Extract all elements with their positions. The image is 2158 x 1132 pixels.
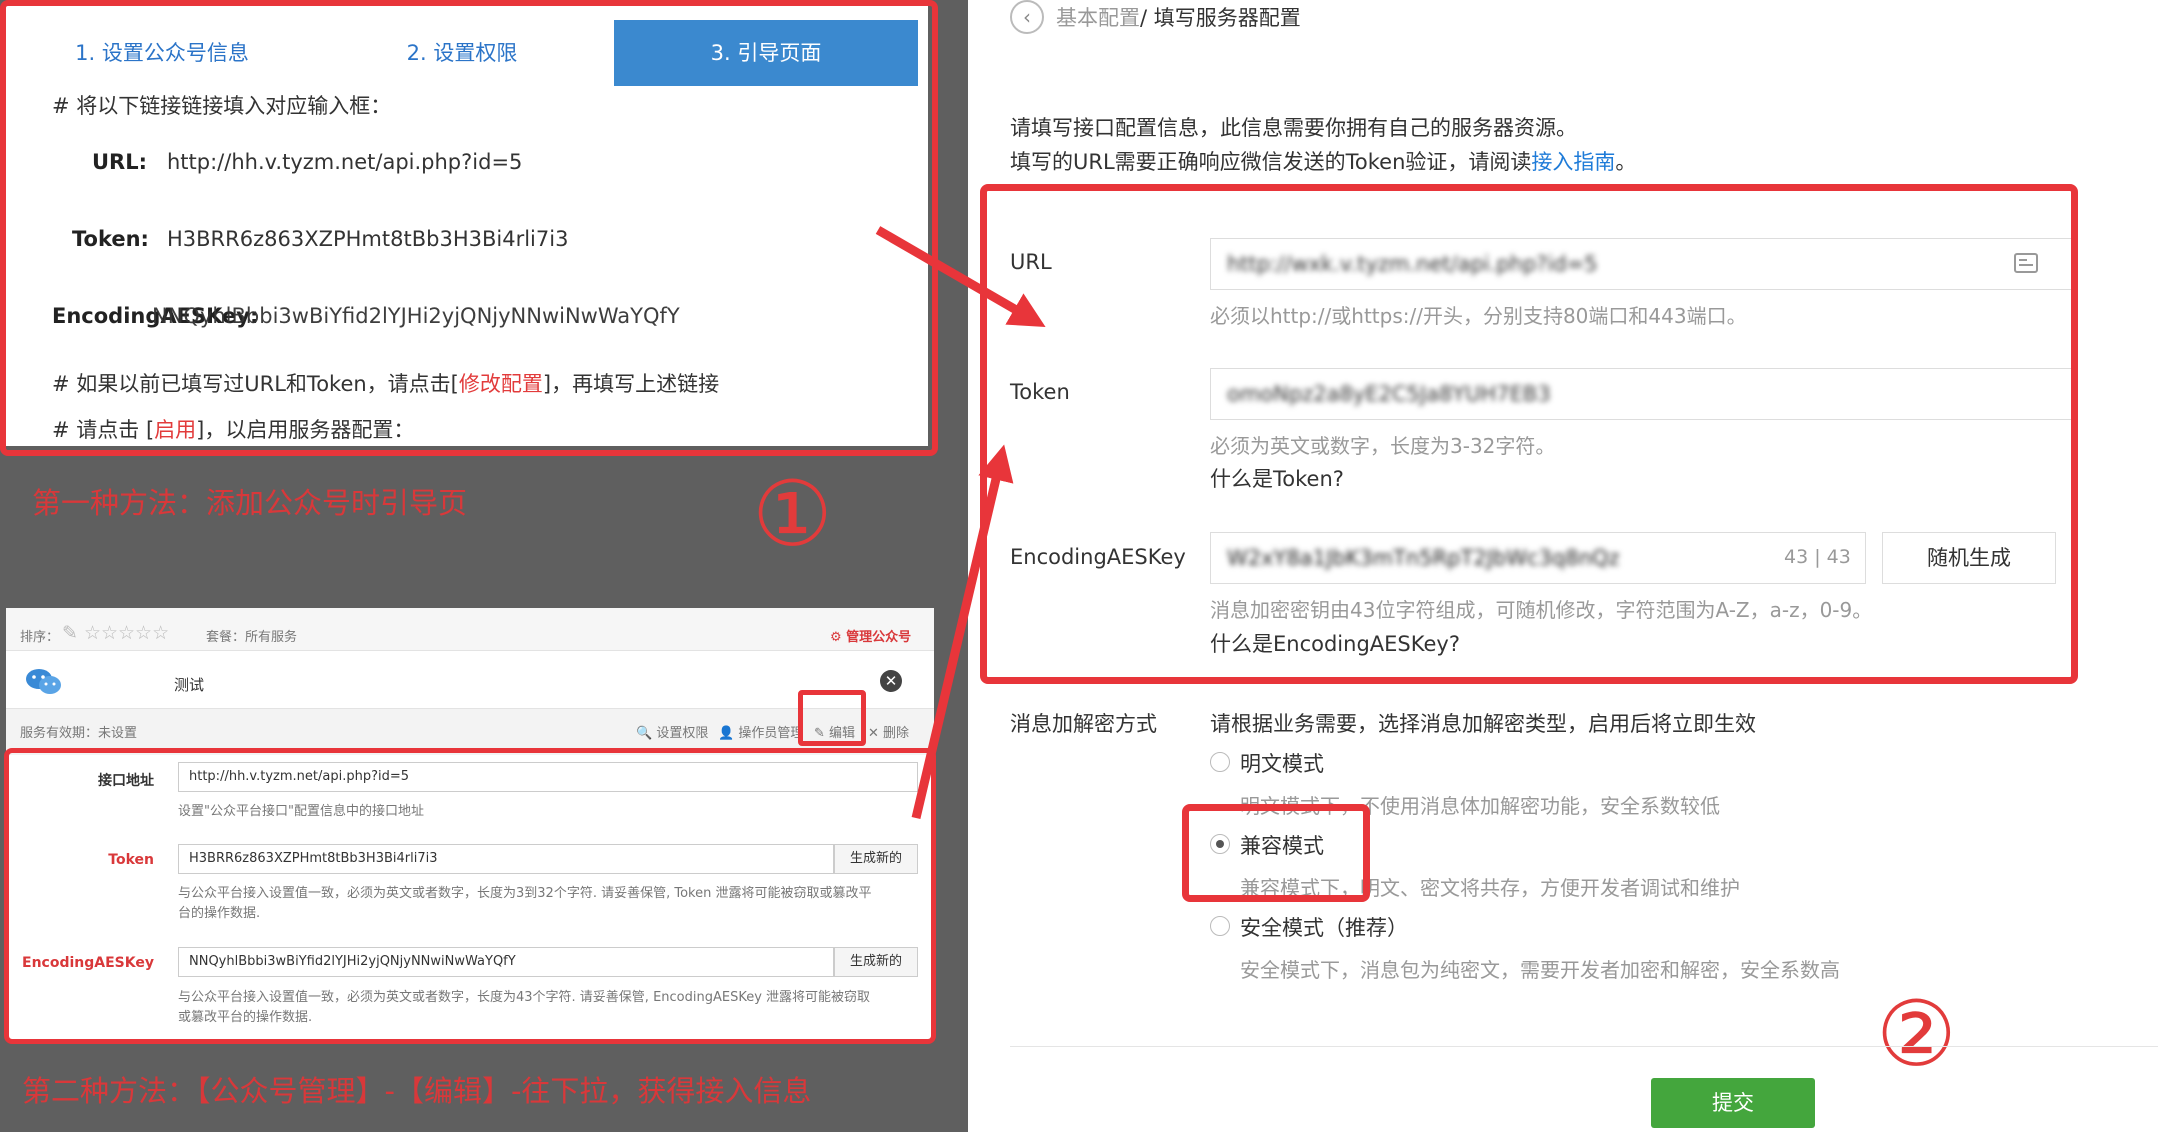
right-panel: ‹ 基本配置/ 填写服务器配置 请填写接口配置信息，此信息需要你拥有自己的服务器… [968,0,2158,1132]
secure-mode-label[interactable]: 安全模式（推荐） [1240,912,1408,942]
access-guide-link[interactable]: 接入指南 [1531,150,1615,174]
delete-button[interactable]: ✕ 删除 [868,722,909,741]
intro-line2: 填写的URL需要正确响应微信发送的Token验证，请阅读接入指南。 [1010,150,1637,174]
radio-plaintext[interactable] [1210,752,1230,772]
key-icon: 🔍 [636,726,657,741]
operators-button[interactable]: 👤 操作员管理 [718,722,803,741]
manage-account-link[interactable]: ⚙ 管理公众号 [830,626,911,645]
back-icon[interactable]: ‹ [1010,0,1044,34]
encryption-mode-desc: 请根据业务需要，选择消息加解密类型，启用后将立即生效 [1210,712,1756,736]
highlight-edit-button [798,690,866,746]
set-permission-button[interactable]: 🔍 设置权限 [636,722,708,741]
secure-mode-desc: 安全模式下，消息包为纯密文，需要开发者加密和解密，安全系数高 [1240,958,1840,982]
highlight-box-2 [4,748,936,1044]
close-icon[interactable]: ✕ [880,670,902,692]
highlight-box-1 [0,0,938,456]
divider [1010,1046,2158,1047]
intro-line1: 请填写接口配置信息，此信息需要你拥有自己的服务器资源。 [1010,116,1577,140]
wechat-icon [24,666,64,698]
breadcrumb-basic[interactable]: 基本配置 [1056,6,1140,30]
circled-number-1: ① [752,462,833,567]
user-icon: 👤 [718,726,739,741]
highlight-box-3 [980,184,2078,684]
submit-button[interactable]: 提交 [1651,1078,1815,1128]
sort-label: 排序： [20,630,60,645]
service-period: 服务有效期：未设置 [20,726,138,741]
package-label: 套餐：所有服务 [206,630,298,645]
delete-icon: ✕ [868,726,884,741]
highlight-compatible-mode [1182,804,1370,902]
encryption-mode-label: 消息加解密方式 [1010,712,1157,736]
circled-number-2: ② [1876,982,1957,1087]
sort-stars[interactable]: ✎ ☆☆☆☆☆ [62,622,169,644]
breadcrumb: 基本配置/ 填写服务器配置 [1056,6,1301,30]
radio-secure[interactable] [1210,916,1230,936]
account-name: 测试 [174,676,205,694]
plaintext-mode-label[interactable]: 明文模式 [1240,748,1324,778]
caption-method-2: 第二种方法：【公众号管理】-【编辑】-往下拉，获得接入信息 [22,1074,812,1108]
left-panel: 1. 设置公众号信息 2. 设置权限 3. 引导页面 # 将以下链接链接填入对应… [0,0,968,1132]
caption-method-1: 第一种方法：添加公众号时引导页 [32,486,468,520]
